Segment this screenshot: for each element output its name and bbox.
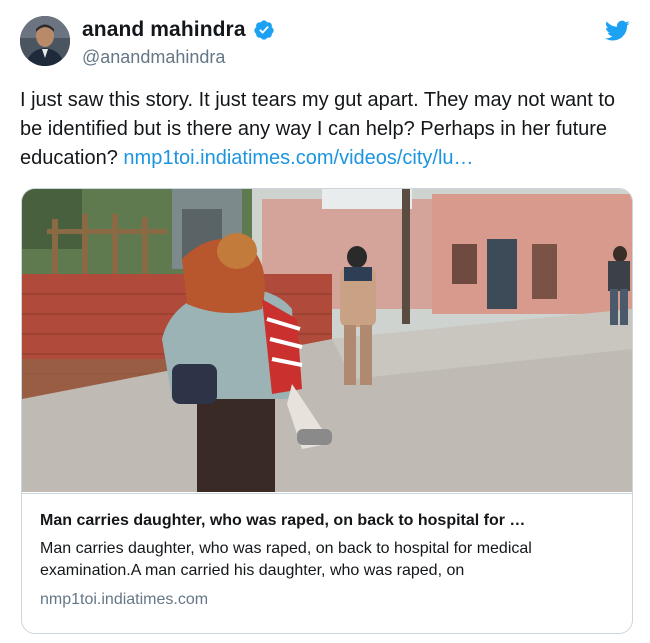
twitter-bird-icon[interactable] [605, 20, 630, 42]
card-body[interactable]: Man carries daughter, who was raped, on … [22, 493, 632, 633]
tweet-text: I just saw this story. It just tears my … [20, 86, 630, 173]
author-handle[interactable]: @anandmahindra [82, 47, 225, 68]
display-name[interactable]: anand mahindra [82, 18, 246, 42]
link-preview-card[interactable]: Man carries daughter, who was raped, on … [21, 188, 633, 634]
card-description: Man carries daughter, who was raped, on … [40, 540, 532, 579]
card-title[interactable]: Man carries daughter, who was raped, on … [40, 512, 614, 530]
avatar[interactable] [20, 16, 70, 66]
author-name-row[interactable]: anand mahindra [82, 18, 275, 42]
tweet-link[interactable]: nmp1toi.indiatimes.com/videos/city/lu… [123, 147, 473, 169]
verified-badge-icon [253, 19, 275, 41]
tweet-card: anand mahindra @anandmahindra I just saw… [0, 0, 650, 643]
card-domain[interactable]: nmp1toi.indiatimes.com [40, 591, 614, 609]
card-image[interactable] [22, 189, 632, 492]
